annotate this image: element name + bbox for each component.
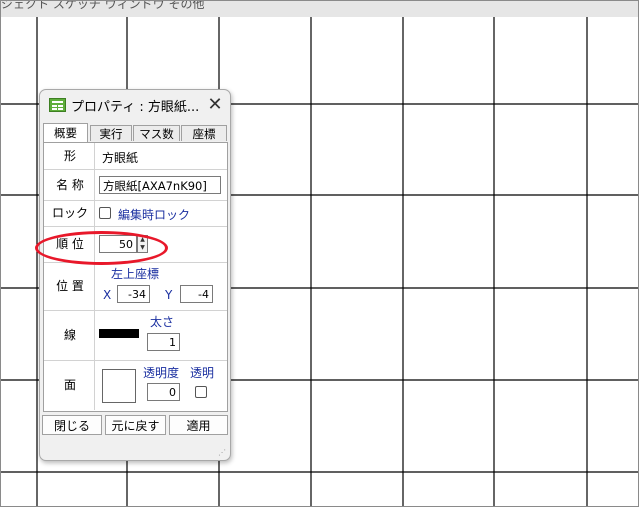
tab-coordinates[interactable]: 座標 [181, 125, 227, 141]
shape-value: 方眼紙 [102, 151, 139, 165]
tab-bar: 概要 実行 マス数 座標 [43, 123, 228, 142]
tab-execute[interactable]: 実行 [90, 125, 132, 141]
name-label: 名 称 [46, 170, 95, 200]
shape-row: 形 方眼紙 [44, 143, 227, 170]
fill-color-swatch[interactable] [102, 369, 136, 403]
close-icon: ✕ [207, 94, 223, 115]
x-input[interactable]: -34 [117, 285, 150, 303]
y-input[interactable]: -4 [180, 285, 213, 303]
close-button[interactable]: ✕ [203, 92, 227, 118]
menu-strip: ジェクト スケッチ ウィンドウ その他 [1, 1, 638, 17]
lock-label: ロック [46, 201, 95, 226]
resize-grip-icon[interactable]: ⋰ [218, 448, 226, 457]
overview-panel: 形 方眼紙 名 称 方眼紙[AXA7nK90] ロック 編集時ロック 順 位 5… [43, 142, 228, 412]
opacity-label: 透明度 [143, 366, 180, 380]
app-frame: ジェクト スケッチ ウィンドウ その他 プロパティ: 方眼紙... ✕ 概要 … [0, 0, 639, 507]
properties-dialog: プロパティ : 方眼紙... ✕ 概要 実行 マス数 座標 形 方眼紙 名 称 … [39, 89, 231, 461]
order-label: 順 位 [46, 227, 95, 262]
transparent-label: 透明 [190, 366, 215, 380]
spin-up-icon[interactable]: ▲ [138, 236, 147, 244]
shape-label: 形 [46, 143, 95, 169]
order-spinner[interactable]: ▲ ▼ [137, 235, 148, 253]
revert-button[interactable]: 元に戻す [105, 415, 166, 435]
name-row: 名 称 方眼紙[AXA7nK90] [44, 170, 227, 201]
position-row: 位 置 左上座標 X -34 Y -4 [44, 263, 227, 311]
tab-cell-count[interactable]: マス数 [133, 125, 180, 141]
close-dialog-button[interactable]: 閉じる [42, 415, 102, 435]
lock-checkbox-label[interactable]: 編集時ロック [118, 206, 190, 223]
dialog-title: プロパティ : 方眼紙... [71, 100, 200, 115]
fill-row: 面 透明度 0 透明 [44, 361, 227, 410]
y-label: Y [165, 288, 173, 302]
opacity-input[interactable]: 0 [147, 383, 180, 401]
line-row: 線 太さ 1 [44, 311, 227, 361]
lock-row: ロック 編集時ロック [44, 201, 227, 227]
line-label: 線 [46, 311, 95, 360]
menu-strip-text: ジェクト スケッチ ウィンドウ その他 [1, 1, 205, 11]
line-width-label: 太さ [150, 315, 175, 329]
fill-label: 面 [46, 361, 95, 410]
name-input[interactable]: 方眼紙[AXA7nK90] [99, 176, 221, 194]
tab-overview[interactable]: 概要 [43, 123, 88, 142]
position-label: 位 置 [46, 263, 95, 310]
dialog-titlebar[interactable]: プロパティ : 方眼紙... ✕ [40, 90, 230, 121]
lock-checkbox[interactable] [99, 207, 111, 219]
line-color-swatch[interactable] [99, 329, 139, 338]
table-icon [49, 98, 66, 112]
order-input[interactable]: 50 [99, 235, 137, 253]
order-row: 順 位 50 ▲ ▼ [44, 227, 227, 263]
apply-button[interactable]: 適用 [169, 415, 228, 435]
x-label: X [103, 288, 112, 302]
transparent-checkbox[interactable] [195, 386, 207, 398]
line-width-input[interactable]: 1 [147, 333, 180, 351]
position-heading: 左上座標 [111, 267, 160, 281]
spin-down-icon[interactable]: ▼ [138, 244, 147, 252]
dialog-buttons: 閉じる 元に戻す 適用 [42, 415, 228, 435]
